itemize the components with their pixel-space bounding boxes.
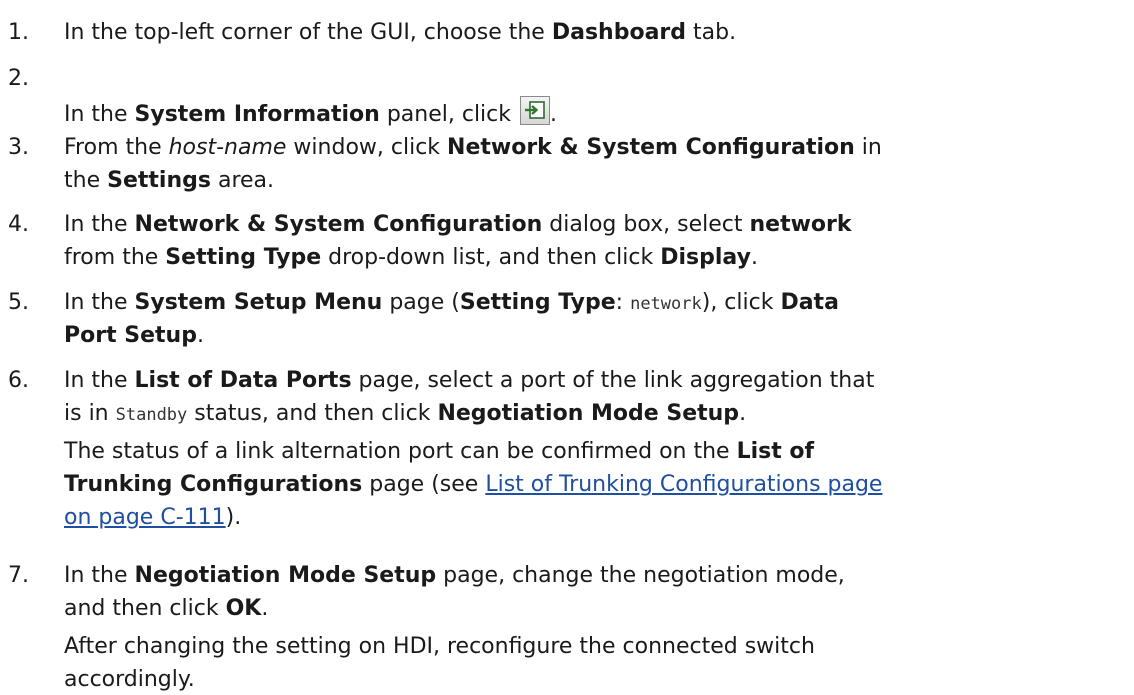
step-text-line: In the System Information panel, click . — [64, 96, 557, 130]
step-text-line: In the System Setup Menu page (Setting T… — [64, 288, 839, 319]
ui-term: Setting Type — [165, 245, 322, 270]
text-run: In the — [64, 212, 135, 237]
ui-term: network — [749, 212, 852, 237]
text-run: page (see — [362, 472, 486, 497]
text-run: ). — [225, 505, 242, 530]
cross-reference-link[interactable]: List of Trunking Configurations page — [485, 472, 882, 497]
ui-term: Display — [660, 245, 751, 270]
step-text-line: In the Negotiation Mode Setup page, chan… — [64, 561, 845, 591]
step-text-line: After changing the setting on HDI, recon… — [64, 632, 815, 662]
ui-term: Trunking Configurations — [64, 472, 363, 497]
step-text-line: In the Network & System Configuration di… — [64, 210, 852, 240]
text-run: tab. — [686, 20, 737, 45]
text-run: ), click — [701, 290, 781, 315]
step-number: 5. — [8, 290, 29, 315]
text-run: drop-down list, and then click — [321, 245, 661, 270]
ui-term: Data — [780, 290, 839, 315]
text-run: page, change the negotiation mode, — [436, 563, 845, 588]
step-text-line: The status of a link alternation port ca… — [64, 437, 814, 467]
text-run: . — [750, 245, 758, 270]
text-run: . — [550, 102, 557, 127]
step-text-line: In the top-left corner of the GUI, choos… — [64, 18, 736, 48]
text-run: From the — [64, 135, 169, 160]
ui-term: Negotiation Mode Setup — [437, 401, 740, 426]
step-text-line: Trunking Configurations page (see List o… — [64, 470, 882, 500]
step-text-line: from the Setting Type drop-down list, an… — [64, 243, 758, 273]
code-value: network — [630, 294, 702, 314]
text-run: from the — [64, 245, 166, 270]
text-run: . — [196, 323, 204, 348]
ui-term: List of Data Ports — [134, 368, 352, 393]
step-number: 6. — [8, 368, 29, 393]
step-text-line: on page C-111). — [64, 503, 241, 533]
text-run: window, click — [286, 135, 448, 160]
text-run: is in — [64, 401, 116, 426]
cross-reference-link[interactable]: on page C-111 — [64, 505, 226, 530]
text-run: : — [615, 290, 631, 315]
step-text-line: In the List of Data Ports page, select a… — [64, 366, 874, 396]
ui-term: OK — [225, 596, 262, 621]
text-run: In the — [64, 290, 135, 315]
step-text-line: From the host-name window, click Network… — [64, 133, 882, 163]
ui-term: System Information — [134, 102, 380, 127]
text-run: . — [739, 401, 747, 426]
text-run: area. — [210, 168, 275, 193]
text-run: page ( — [382, 290, 460, 315]
step-number: 1. — [8, 20, 29, 45]
code-value: Standby — [115, 405, 188, 425]
procedure-steps: 1. In the top-left corner of the GUI, cho… — [0, 0, 1134, 692]
text-run: After changing the setting on HDI, recon… — [64, 634, 815, 659]
step-text-line: the Settings area. — [64, 166, 274, 196]
ui-term: System Setup Menu — [134, 290, 383, 315]
ui-term: Dashboard — [551, 20, 687, 45]
step-number: 2. — [8, 66, 29, 91]
text-run: status, and then click — [187, 401, 438, 426]
step-text-line: Port Setup. — [64, 321, 204, 351]
text-run: In the — [64, 368, 135, 393]
step-number: 4. — [8, 212, 29, 237]
text-run: and then click — [64, 596, 226, 621]
ui-term: Settings — [107, 168, 211, 193]
ui-term: Negotiation Mode Setup — [134, 563, 437, 588]
ui-term: Network & System Configuration — [134, 212, 543, 237]
text-run: in — [854, 135, 882, 160]
step-text-line: and then click OK. — [64, 594, 268, 624]
text-run: In the — [64, 563, 135, 588]
text-run: page, select a port of the link aggregat… — [351, 368, 875, 393]
external-config-icon — [520, 96, 550, 125]
step-number: 7. — [8, 563, 29, 588]
text-run: In the — [64, 102, 135, 127]
ui-term: List of — [736, 439, 815, 464]
placeholder-term: host-name — [168, 135, 287, 160]
step-text-line: accordingly. — [64, 665, 195, 695]
ui-term: Setting Type — [459, 290, 616, 315]
step-text-line: is in Standby status, and then click Neg… — [64, 399, 746, 430]
text-run: dialog box, select — [542, 212, 750, 237]
step-number: 3. — [8, 135, 29, 160]
text-run: The status of a link alternation port ca… — [64, 439, 737, 464]
ui-term: Network & System Configuration — [447, 135, 855, 160]
text-run: the — [64, 168, 108, 193]
ui-term: Port Setup — [64, 323, 197, 348]
text-run: In the top-left corner of the GUI, choos… — [64, 20, 552, 45]
text-run: accordingly. — [64, 667, 195, 692]
text-run: . — [261, 596, 269, 621]
text-run: panel, click — [379, 102, 518, 127]
